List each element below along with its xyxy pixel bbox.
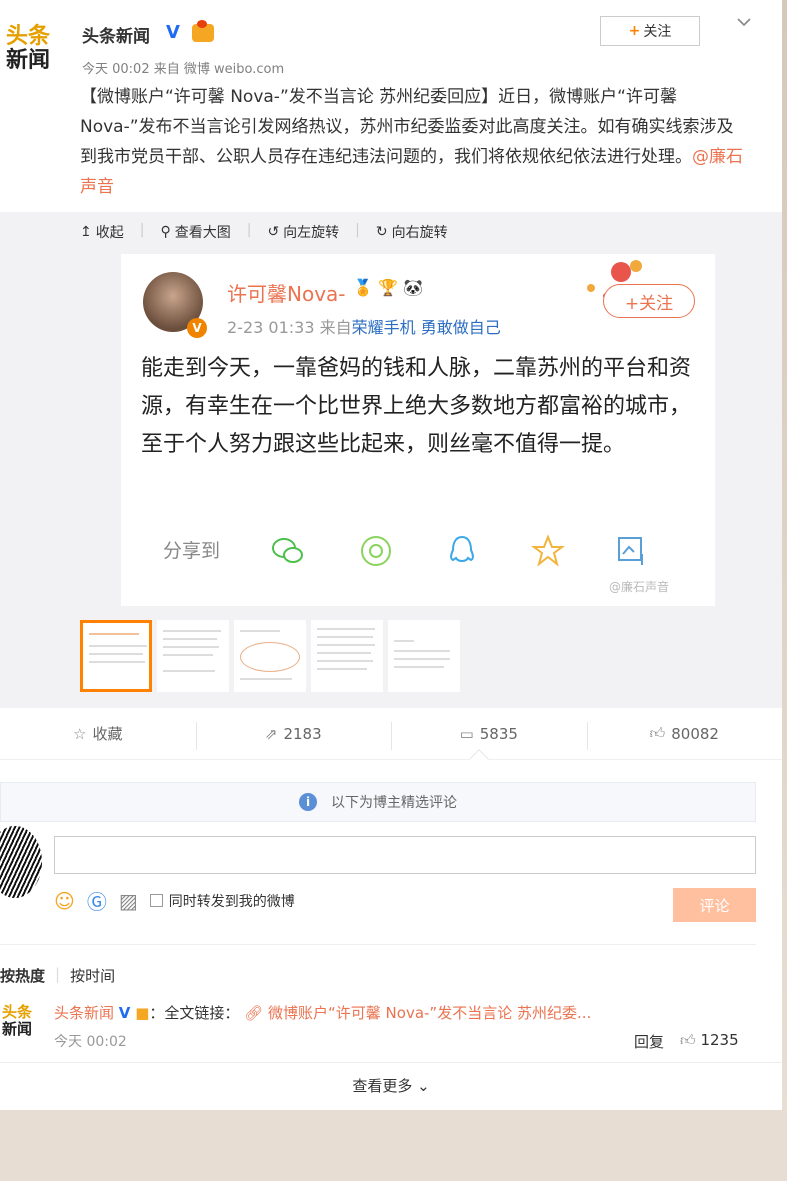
comment-text: 头条新闻 V ■：全文链接： 🔗︎ 微博账户“许可馨 Nova-”发不当言论 苏… <box>54 1004 592 1022</box>
post-image[interactable]: V 许可馨Nova- 🏅 🏆 🐼 2-23 01:33 来自荣耀手机 勇敢做自己… <box>121 254 715 606</box>
avatar[interactable] <box>0 826 42 898</box>
screenshot-follow-button: +关注 <box>603 284 695 318</box>
follow-button[interactable]: + 关注 <box>600 16 700 46</box>
reply-button[interactable]: 回复 <box>634 1031 664 1052</box>
chevron-down-icon: ⌄ <box>417 1077 430 1095</box>
rotate-right-icon: ↻ <box>375 224 388 240</box>
qzone-icon <box>531 534 565 567</box>
link-icon: 🔗︎ <box>244 1004 264 1022</box>
share-label: 分享到 <box>163 540 221 562</box>
arrow-up-icon: ↥ <box>80 224 92 240</box>
divider <box>0 944 756 945</box>
repost-button[interactable]: ⇗ 2183 <box>195 708 392 759</box>
thumbnail[interactable] <box>80 620 152 692</box>
like-button[interactable]: 👍︎ 80082 <box>586 708 783 759</box>
comment-author[interactable]: 头条新闻 <box>54 1004 114 1022</box>
author-name[interactable]: 头条新闻 <box>82 22 150 47</box>
thumbnail[interactable] <box>234 620 306 692</box>
repost-checkbox[interactable] <box>149 894 163 907</box>
rotate-left-button[interactable]: ↺ 向左旋转 <box>267 222 339 242</box>
sort-hot-tab[interactable]: 按热度 <box>0 965 45 986</box>
image-icon[interactable]: ▨ <box>119 889 138 913</box>
watermark: @廉石声音 <box>609 580 670 594</box>
screenshot-author: 许可馨Nova- <box>227 282 346 306</box>
comment-time: 今天 00:02 <box>54 1034 127 1050</box>
comment-icon: ▭ <box>459 724 474 743</box>
star-icon: ☆ <box>73 724 87 743</box>
favorite-button[interactable]: ☆ 收藏 <box>0 708 196 759</box>
save-image-icon <box>618 537 643 565</box>
post-meta: 今天 00:02 来自 微博 weibo.com <box>82 62 285 77</box>
thumbs-up-icon: 👍︎ <box>680 1031 696 1049</box>
weibo-post-card: 头条 新闻 头条新闻 V + 关注 今天 00:02 来自 微博 weibo.c… <box>0 0 782 1110</box>
submit-comment-button[interactable]: 评论 <box>673 888 756 922</box>
rotate-left-icon: ↺ <box>267 224 280 240</box>
collapse-button[interactable]: ↥ 收起 <box>80 222 124 242</box>
wechat-icon <box>272 538 303 563</box>
comment-avatar[interactable]: 头条 新闻 <box>2 1004 44 1038</box>
gif-icon[interactable]: Ⓖ <box>87 886 107 915</box>
thumbnail[interactable] <box>388 620 460 692</box>
comment-sort: 按热度 | 按时间 <box>0 965 116 986</box>
comment-button[interactable]: ▭ 5835 <box>391 708 587 759</box>
see-more-button[interactable]: 查看更多 ⌄ <box>0 1075 782 1096</box>
verified-icon: V <box>187 318 207 338</box>
emoji-icon[interactable]: ☺ <box>54 889 75 913</box>
thumbnail-strip <box>80 620 465 692</box>
search-icon: ⚲ <box>160 224 171 240</box>
image-toolbar: ↥ 收起 | ⚲ 查看大图 | ↺ 向左旋转 | ↻ 向右旋转 <box>80 222 448 242</box>
picked-comments-notice: i 以下为博主精选评论 <box>0 782 756 822</box>
info-icon: i <box>299 793 317 811</box>
thumbnail[interactable] <box>157 620 229 692</box>
view-large-button[interactable]: ⚲ 查看大图 <box>160 222 230 242</box>
screenshot-meta: 2-23 01:33 来自荣耀手机 勇敢做自己 <box>227 318 501 337</box>
rotate-right-button[interactable]: ↻ 向右旋转 <box>376 222 448 242</box>
comment-tools: ☺ Ⓖ ▨ 同时转发到我的微博 <box>54 886 295 915</box>
chevron-down-icon[interactable] <box>736 12 752 31</box>
comment-input[interactable] <box>54 836 756 874</box>
sort-time-tab[interactable]: 按时间 <box>70 965 115 986</box>
page-background-bottom <box>0 1110 787 1181</box>
divider <box>0 1062 782 1063</box>
medal-icon: ■ <box>135 1004 150 1022</box>
moments-icon <box>361 536 391 566</box>
comment-like-button[interactable]: 👍︎ 1235 <box>680 1031 739 1050</box>
action-bar: ☆ 收藏 ⇗ 2183 ▭ 5835 👍︎ 80082 <box>0 708 782 760</box>
repost-icon: ⇗ <box>264 724 278 743</box>
verified-badge-icon: V <box>118 1004 131 1022</box>
thumbnail[interactable] <box>311 620 383 692</box>
thumbs-up-icon: 👍︎ <box>649 724 666 742</box>
badge-icons: 🏅 🏆 🐼 <box>353 278 423 297</box>
post-text: 【微博账户“许可馨 Nova-”发不当言论 苏州纪委回应】近日，微博账户“许可馨… <box>80 87 743 197</box>
comment-link[interactable]: 微博账户“许可馨 Nova-”发不当言论 苏州纪委... <box>268 1004 591 1022</box>
qq-icon <box>450 535 474 562</box>
verified-badge-icon: V <box>166 22 180 43</box>
screenshot-text: 能走到今天，一靠爸妈的钱和人脉，二靠苏州的平台和资源，有幸生在一个比世界上绝大多… <box>141 356 692 457</box>
medal-icon <box>192 20 214 42</box>
author-avatar[interactable]: 头条 新闻 <box>6 24 58 78</box>
